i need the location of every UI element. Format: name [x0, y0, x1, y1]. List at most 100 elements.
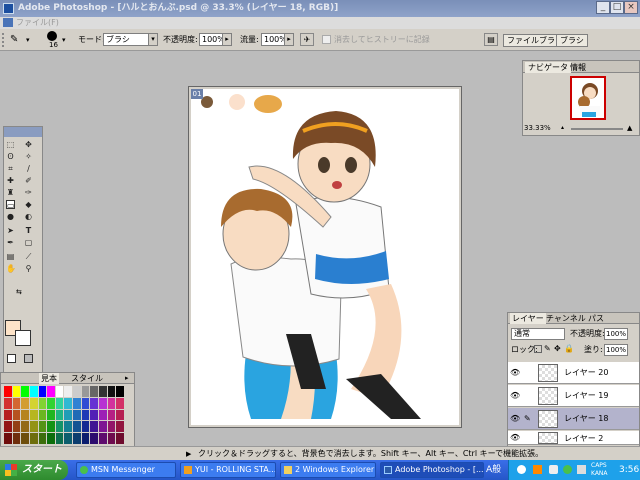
opacity-input[interactable]: 100%	[199, 33, 225, 46]
color-swatch[interactable]	[4, 386, 12, 397]
maximize-button[interactable]: □	[610, 1, 624, 14]
lock-paint-icon[interactable]: ✎	[544, 344, 551, 354]
path-selection-icon[interactable]: ➤	[6, 226, 15, 235]
color-swatch[interactable]	[99, 397, 107, 409]
network-icon[interactable]	[549, 465, 558, 474]
clone-stamp-icon[interactable]: ♜	[6, 188, 15, 197]
color-swatch[interactable]	[73, 386, 81, 397]
color-swatch[interactable]	[64, 386, 73, 397]
color-swatch[interactable]	[38, 397, 47, 409]
task-media-player[interactable]: YUI - ROLLING STA...	[180, 462, 276, 478]
options-bar-grip[interactable]	[2, 33, 6, 47]
color-swatch[interactable]	[99, 433, 107, 444]
color-swatch[interactable]	[107, 397, 116, 409]
color-swatch[interactable]	[38, 421, 47, 433]
lock-all-icon[interactable]: 🔒	[564, 344, 574, 354]
color-swatch[interactable]	[21, 409, 29, 421]
color-swatch[interactable]	[73, 409, 81, 421]
color-swatch[interactable]	[64, 409, 73, 421]
blur-tool-icon[interactable]: ●	[6, 212, 15, 221]
tab-info[interactable]: 情報	[567, 62, 589, 73]
color-swatch[interactable]	[81, 386, 90, 397]
lasso-tool-icon[interactable]: ʘ	[6, 152, 15, 161]
color-swatch[interactable]	[107, 433, 116, 444]
mode-select[interactable]: ブラシ	[103, 33, 149, 46]
color-swatch[interactable]	[38, 386, 47, 397]
eyedropper-icon[interactable]: ⟋	[24, 252, 33, 261]
color-swatch[interactable]	[4, 433, 12, 444]
navigator-view-box[interactable]	[570, 76, 606, 120]
messenger-tray-icon[interactable]	[563, 465, 572, 474]
color-swatch[interactable]	[47, 409, 55, 421]
hand-tool-icon[interactable]: ✋	[6, 264, 16, 273]
magic-wand-icon[interactable]: ✧	[24, 152, 33, 161]
dictionary-icon[interactable]	[533, 465, 542, 474]
color-swatch[interactable]	[116, 421, 124, 433]
color-swatch[interactable]	[21, 421, 29, 433]
color-swatch[interactable]	[29, 421, 38, 433]
eraser-tool-preset-icon[interactable]: ✎	[10, 34, 24, 46]
volume-icon[interactable]	[577, 465, 586, 474]
layer-opacity-input[interactable]: 100%	[604, 328, 628, 340]
color-swatch[interactable]	[55, 397, 64, 409]
menu-file[interactable]: ファイル(F)	[16, 18, 59, 27]
healing-brush-icon[interactable]: ✚	[6, 176, 15, 185]
eye-icon[interactable]: 👁	[510, 391, 520, 401]
eye-icon[interactable]: 👁	[510, 414, 520, 424]
mode-dropdown-arrow[interactable]: ▾	[148, 33, 158, 46]
color-swatch[interactable]	[90, 386, 99, 397]
tab-styles[interactable]: スタイル	[69, 373, 105, 384]
dodge-tool-icon[interactable]: ◐	[24, 212, 33, 221]
palette-dock-icon[interactable]: ▤	[484, 33, 498, 46]
standard-mode-icon[interactable]	[7, 354, 16, 363]
color-swatch[interactable]	[21, 386, 29, 397]
color-swatch[interactable]	[107, 409, 116, 421]
brush-picker-dropdown[interactable]: ▾	[62, 36, 66, 44]
color-swatch[interactable]	[116, 386, 124, 397]
history-brush-icon[interactable]: ✑	[24, 188, 33, 197]
navigator-zoom-value[interactable]: 33.33%	[524, 123, 551, 133]
swatch-grid[interactable]	[4, 386, 124, 444]
airbrush-toggle-icon[interactable]: ✈	[300, 33, 314, 46]
color-swatch[interactable]	[116, 433, 124, 444]
color-swatch[interactable]	[29, 409, 38, 421]
zoom-tool-icon[interactable]: ⚲	[24, 264, 33, 273]
color-swatch[interactable]	[21, 433, 29, 444]
color-swatch[interactable]	[107, 386, 116, 397]
color-swatch[interactable]	[99, 421, 107, 433]
color-swatch[interactable]	[21, 397, 29, 409]
color-swatch[interactable]	[64, 433, 73, 444]
document-icon[interactable]	[3, 18, 13, 27]
opacity-dropdown-arrow[interactable]: ▸	[222, 33, 232, 46]
color-swatch[interactable]	[29, 386, 38, 397]
panel-menu-icon[interactable]: ▸	[125, 374, 133, 382]
tab-brushes[interactable]: ブラシ	[556, 34, 588, 47]
paint-bucket-icon[interactable]: ◆	[24, 200, 33, 209]
color-swatch[interactable]	[90, 409, 99, 421]
ime-icon[interactable]	[517, 465, 526, 474]
ime-input-indicator[interactable]: A般	[486, 462, 501, 478]
background-color-swatch[interactable]	[15, 330, 31, 346]
status-arrow-icon[interactable]: ▶	[186, 447, 191, 461]
color-swatch[interactable]	[64, 397, 73, 409]
color-swatch[interactable]	[47, 397, 55, 409]
color-swatch[interactable]	[47, 433, 55, 444]
tab-paths[interactable]: パス	[586, 313, 606, 324]
flow-input[interactable]: 100%	[261, 33, 287, 46]
color-swatch[interactable]	[116, 409, 124, 421]
color-swatch[interactable]	[29, 433, 38, 444]
color-swatch[interactable]	[55, 421, 64, 433]
color-swatch[interactable]	[12, 421, 21, 433]
color-swatch[interactable]	[90, 433, 99, 444]
color-swatch[interactable]	[99, 386, 107, 397]
color-swatch[interactable]	[12, 386, 21, 397]
color-swatch[interactable]	[73, 421, 81, 433]
color-swatch[interactable]	[116, 397, 124, 409]
color-swatch[interactable]	[12, 409, 21, 421]
color-swatch[interactable]	[73, 433, 81, 444]
photoshop-app-icon[interactable]	[3, 3, 14, 14]
layer-row[interactable]: 👁 レイヤー 19	[508, 385, 639, 407]
tool-preset-dropdown[interactable]: ▾	[26, 36, 30, 44]
color-swatch[interactable]	[73, 397, 81, 409]
color-swatch[interactable]	[29, 397, 38, 409]
